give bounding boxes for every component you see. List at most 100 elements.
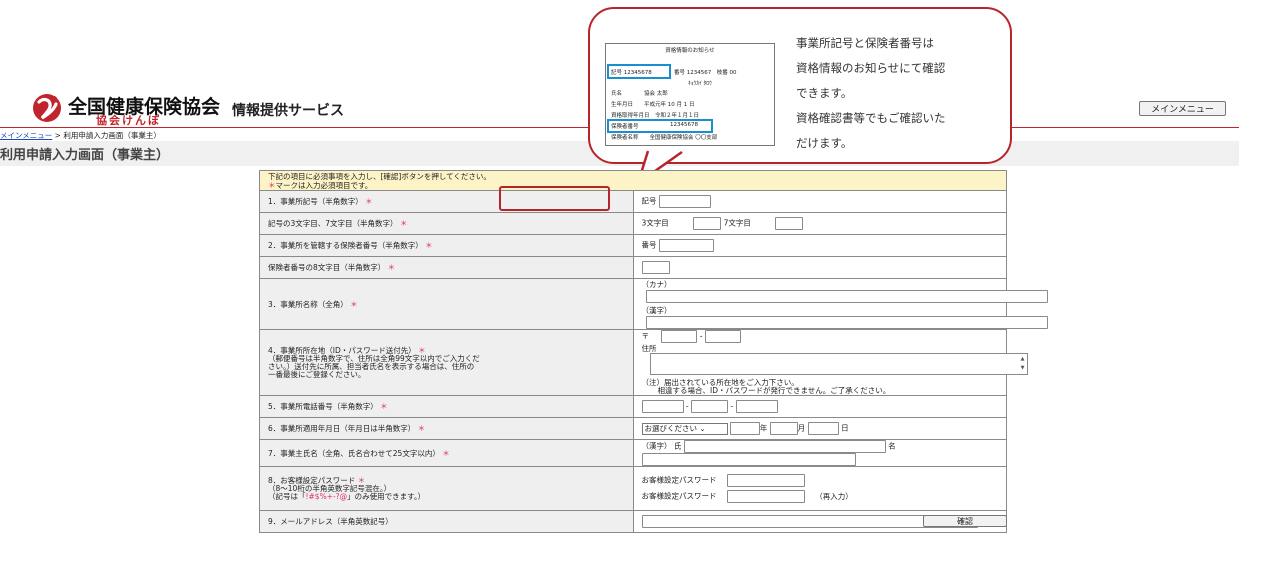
family-name-label: （漢字） 氏 <box>641 441 682 451</box>
office-name-label-cell: 3．事業所名称（全角） ＊ <box>259 278 634 330</box>
sample-acquired: 資格取得年月日 令和２年１月１日 <box>611 113 700 119</box>
applied-date-label-cell: 6．事業所適用年月日（年月日は半角数字） ＊ <box>259 417 634 440</box>
required-mark: ＊ <box>268 181 276 190</box>
kigou-value-cell: 記号 <box>632 190 1007 213</box>
postal-mark: 〒 <box>641 331 650 341</box>
address-help-line: 一番最後にご登録ください。 <box>268 369 366 379</box>
callout-line: 資格情報のお知らせにて確認 <box>796 61 946 75</box>
kigou-input[interactable] <box>658 195 711 208</box>
main-menu-button[interactable]: メインメニュー <box>1139 101 1226 116</box>
kigou-digits-label: 記号の3文字目、7文字目（半角数字） <box>268 219 398 228</box>
kigou-digits-value-cell: 3文字目 7文字目 <box>632 212 1007 235</box>
instruction-line: 下記の項目に必須事項を入力し、[確認]ボタンを押してください。 <box>268 172 491 181</box>
insurer-label: 2．事業所を管轄する保険者番号（半角数字） <box>268 241 423 250</box>
password-label-cell: 8．お客様設定パスワード ＊ （8～10桁の半角英数字記号混在。） （記号は「!… <box>259 466 634 511</box>
sample-kana: ｷｮｳｶｲ ﾀﾛｳ <box>688 81 712 87</box>
required-mark: ＊ <box>387 263 396 272</box>
insurer-digit-label-cell: 保険者番号の8文字目（半角数字） ＊ <box>259 256 634 279</box>
phone-dash: - <box>730 401 734 411</box>
office-name-kana-input[interactable] <box>645 290 1048 303</box>
phone-label-cell: 5．事業所電話番号（半角数字） ＊ <box>259 395 634 418</box>
password-allowed-symbols: !#$%+-?@ <box>305 491 348 501</box>
insurer-field-label: 番号 <box>641 240 657 250</box>
insurer-eighth-digit-input[interactable] <box>641 261 670 274</box>
callout-text: 事業所記号と保険者番号は 資格情報のお知らせにて確認 できます。 資格確認書等で… <box>796 31 1001 156</box>
postal-dash: - <box>699 331 703 341</box>
owner-name-label: 7．事業主氏名（全角、氏名合わせて25文字以内） <box>268 448 440 458</box>
seventh-digit-label: 7文字目 <box>723 218 751 228</box>
day-input[interactable] <box>807 422 839 435</box>
office-name-value-cell: （カナ） （漢字） <box>632 278 1048 330</box>
sample-kigou-highlight <box>607 64 671 79</box>
phone-last-input[interactable] <box>735 400 778 413</box>
postal-code-first-input[interactable] <box>661 330 698 343</box>
sample-insurer-highlight <box>607 119 713 133</box>
callout-line: だけます。 <box>796 136 853 150</box>
owner-name-value-cell: （漢字） 氏 名 <box>632 439 1007 467</box>
era-select[interactable]: お選びください ⌄ <box>641 422 728 435</box>
password-confirm-input[interactable] <box>726 490 805 503</box>
required-mark: ＊ <box>442 448 450 458</box>
phone-value-cell: - - <box>632 395 1007 418</box>
callout-line: 事業所記号と保険者番号は <box>796 36 934 50</box>
year-input[interactable] <box>729 422 760 435</box>
applied-date-label: 6．事業所適用年月日（年月日は半角数字） <box>268 424 416 433</box>
instruction-line: マークは入力必須項目です。 <box>275 181 373 190</box>
given-name-label: 名 <box>888 441 896 451</box>
sample-birth: 生年月日 平成元年 10 月 1 日 <box>611 102 695 108</box>
owner-name-label-cell: 7．事業主氏名（全角、氏名合わせて25文字以内） ＊ <box>259 439 634 467</box>
required-mark: ＊ <box>417 424 426 433</box>
address-label-cell: 4．事業所所在地（ID・パスワード送付先） ＊ （郵便番号は半角数字で、住所は全… <box>259 329 634 396</box>
address-textarea[interactable]: ▲ ▼ <box>649 353 1028 375</box>
seventh-digit-input[interactable] <box>775 217 804 230</box>
required-mark: ＊ <box>425 241 433 250</box>
breadcrumb-main-menu-link[interactable]: メインメニュー <box>0 131 52 140</box>
kana-label: （カナ） <box>641 280 672 289</box>
required-mark: ＊ <box>399 219 408 228</box>
required-mark: ＊ <box>350 299 358 309</box>
phone-middle-input[interactable] <box>691 400 728 413</box>
callout-line: できます。 <box>796 86 853 100</box>
breadcrumb-current: 利用申請入力画面（事業主） <box>63 131 161 140</box>
day-label: 日 <box>841 423 849 433</box>
family-name-input[interactable] <box>683 440 886 453</box>
office-name-kanji-input[interactable] <box>645 316 1048 329</box>
insurer-digit-value-cell <box>632 256 1007 279</box>
address-value-cell: 〒 - 住所 ▲ ▼ （注）届出されている所在地をご入力下さい。 相違する場合、I… <box>632 329 1028 396</box>
office-name-label: 3．事業所名称（全角） <box>268 299 348 309</box>
page-title: 利用申請入力画面（事業主） <box>0 148 170 163</box>
insurer-number-input[interactable] <box>658 239 714 252</box>
phone-dash: - <box>685 401 689 411</box>
insurer-digit-label: 保険者番号の8文字目（半角数字） <box>268 263 386 272</box>
email-label: 9．メールアドレス（半角英数記号） <box>268 517 393 526</box>
breadcrumb: メインメニュー > 利用申請入力画面（事業主） <box>0 130 161 141</box>
era-select-value: お選びください <box>644 423 698 433</box>
confirm-button[interactable]: 確認 <box>923 515 1007 527</box>
password-input[interactable] <box>726 474 805 487</box>
reenter-label: （再入力） <box>815 491 853 501</box>
kigou-field-label: 記号 <box>641 196 657 206</box>
year-label: 年 <box>759 423 768 433</box>
form-instructions: 下記の項目に必須事項を入力し、[確認]ボタンを押してください。 ＊マークは入力必… <box>259 170 1007 191</box>
sample-bangou: 番号 1234567 枝番 00 <box>674 70 737 76</box>
password-help-suffix: 」のみ使用できます。） <box>347 491 426 501</box>
breadcrumb-separator: > <box>52 131 64 140</box>
kigou-label: 1．事業所記号（半角数字） <box>268 197 363 206</box>
application-form: 下記の項目に必須事項を入力し、[確認]ボタンを押してください。 ＊マークは入力必… <box>259 170 1048 533</box>
org-subtitle: 協会けんぽ <box>96 114 161 127</box>
service-title: 情報提供サービス <box>232 103 344 119</box>
sample-title: 資格情報のお知らせ <box>665 48 715 54</box>
postal-code-second-input[interactable] <box>704 330 741 343</box>
address-note: 相違する場合、ID・パスワードが発行できません。ご了承ください。 <box>657 386 891 395</box>
given-name-input[interactable] <box>641 453 856 466</box>
sample-certificate-image: 資格情報のお知らせ 記号 12345678 番号 1234567 枝番 00 ｷ… <box>605 43 775 146</box>
password-help-prefix: （記号は「 <box>268 491 306 501</box>
third-digit-input[interactable] <box>693 217 722 230</box>
phone-label: 5．事業所電話番号（半角数字） <box>268 402 378 411</box>
email-label-cell: 9．メールアドレス（半角英数記号） <box>259 510 634 533</box>
kigou-digits-label-cell: 記号の3文字目、7文字目（半角数字） ＊ <box>259 212 634 235</box>
month-input[interactable] <box>769 422 798 435</box>
scroll-arrows-icon: ▲ ▼ <box>1020 356 1025 371</box>
phone-area-input[interactable] <box>641 400 684 413</box>
logo-icon <box>30 92 64 124</box>
